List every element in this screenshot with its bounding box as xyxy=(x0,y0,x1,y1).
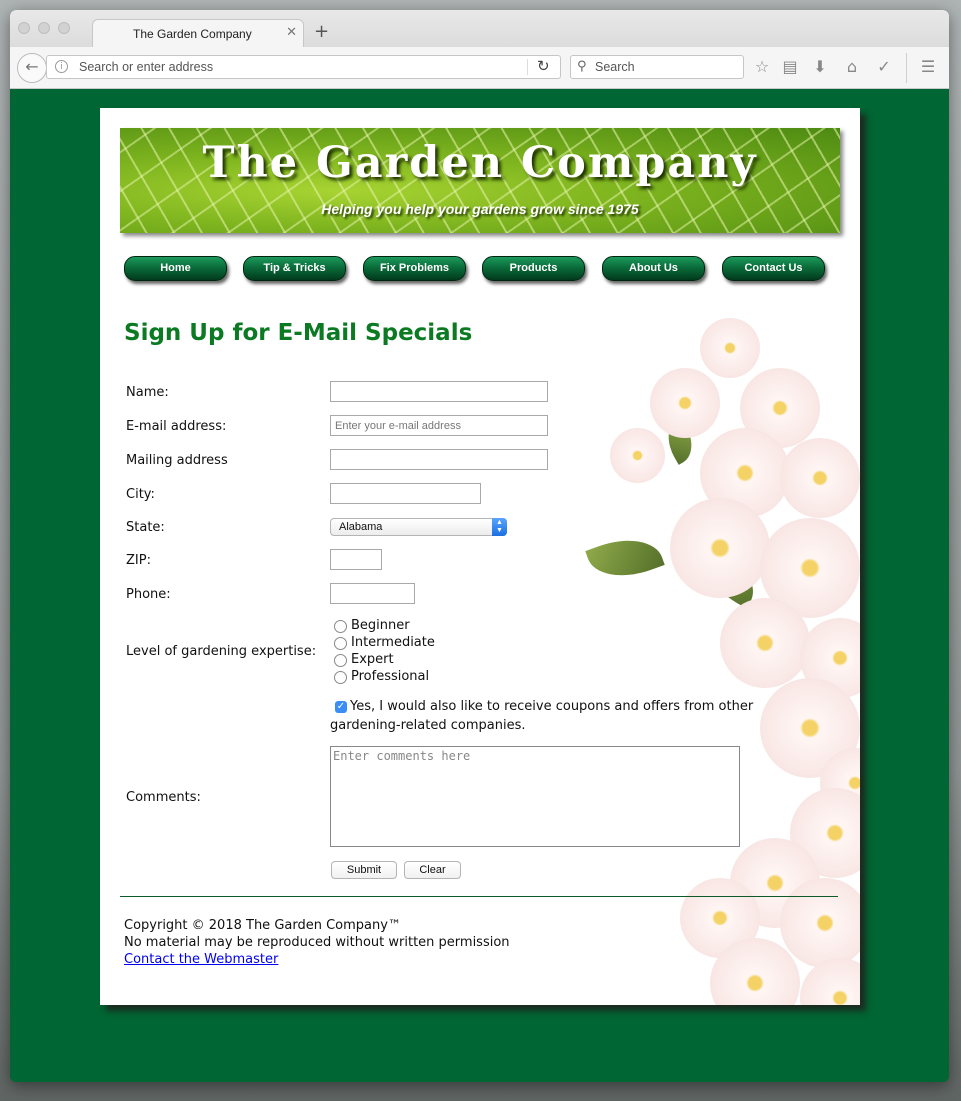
radio-button[interactable] xyxy=(334,654,347,667)
back-button[interactable]: ← xyxy=(17,53,47,83)
nav-contact-us[interactable]: Contact Us xyxy=(722,256,825,281)
home-icon[interactable]: ⌂ xyxy=(842,57,862,77)
browser-window: The Garden Company ✕ + ← i ↻ ⚲ ☆ ▤ ⬇ ⌂ ✓… xyxy=(10,10,949,1082)
zoom-window-dot[interactable] xyxy=(58,22,70,34)
submit-button[interactable]: Submit xyxy=(331,861,397,879)
radio-button[interactable] xyxy=(334,637,347,650)
close-window-dot[interactable] xyxy=(18,22,30,34)
radio-label: Professional xyxy=(351,669,430,684)
bookmark-star-icon[interactable]: ☆ xyxy=(752,57,772,77)
email-label: E-mail address: xyxy=(126,419,227,434)
radio-button[interactable] xyxy=(334,620,347,633)
reading-list-icon[interactable]: ▤ xyxy=(780,57,800,77)
permission-notice: No material may be reproduced without wr… xyxy=(124,935,510,950)
toolbar-divider xyxy=(906,53,907,83)
zip-field[interactable] xyxy=(330,549,382,570)
phone-label: Phone: xyxy=(126,587,171,602)
site-tagline: Helping you help your gardens grow since… xyxy=(321,201,639,217)
select-arrows-icon: ▲ ▼ xyxy=(492,518,507,536)
phone-field[interactable] xyxy=(330,583,415,604)
radio-label: Expert xyxy=(351,652,394,667)
search-icon: ⚲ xyxy=(577,59,587,74)
header-banner: The Garden Company Helping you help your… xyxy=(120,128,840,233)
pocket-icon[interactable]: ✓ xyxy=(874,57,894,77)
site-title: The Garden Company xyxy=(202,138,758,188)
blossom-image xyxy=(550,318,860,1005)
mailing-address-field[interactable] xyxy=(330,449,548,470)
nav-about-us[interactable]: About Us xyxy=(602,256,705,281)
radio-label: Intermediate xyxy=(351,635,435,650)
main-nav: Home Tip & Tricks Fix Problems Products … xyxy=(124,256,834,284)
tab-title: The Garden Company xyxy=(133,27,252,41)
nav-products[interactable]: Products xyxy=(482,256,585,281)
page-viewport: The Garden Company Helping you help your… xyxy=(10,89,949,1082)
menu-icon[interactable]: ☰ xyxy=(918,57,938,77)
new-tab-icon[interactable]: + xyxy=(314,23,329,41)
state-selected-value: Alabama xyxy=(339,521,383,533)
search-bar[interactable]: ⚲ xyxy=(570,55,744,79)
download-icon[interactable]: ⬇ xyxy=(810,57,830,77)
back-arrow-icon: ← xyxy=(25,57,39,76)
page-container: The Garden Company Helping you help your… xyxy=(100,108,860,1005)
minimize-window-dot[interactable] xyxy=(38,22,50,34)
city-label: City: xyxy=(126,487,155,502)
contact-webmaster-link[interactable]: Contact the Webmaster xyxy=(124,952,278,967)
state-select[interactable]: Alabama ▲ ▼ xyxy=(330,518,507,536)
address-bar[interactable]: i ↻ xyxy=(46,55,561,79)
zip-label: ZIP: xyxy=(126,553,151,568)
name-label: Name: xyxy=(126,385,169,400)
name-field[interactable] xyxy=(330,381,548,402)
email-field[interactable] xyxy=(330,415,548,436)
radio-label: Beginner xyxy=(351,618,410,633)
footer-divider xyxy=(120,896,838,897)
mailing-address-label: Mailing address xyxy=(126,453,228,468)
page-title: Sign Up for E-Mail Specials xyxy=(124,320,473,346)
comments-label: Comments: xyxy=(126,790,201,805)
nav-tips-tricks[interactable]: Tip & Tricks xyxy=(243,256,346,281)
info-icon[interactable]: i xyxy=(55,60,68,73)
copyright-text: Copyright © 2018 The Garden Company™ xyxy=(124,918,401,933)
state-label: State: xyxy=(126,520,165,535)
clear-button[interactable]: Clear xyxy=(404,861,461,879)
navigation-toolbar: ← i ↻ ⚲ ☆ ▤ ⬇ ⌂ ✓ ☰ xyxy=(10,47,949,89)
tab-bar: The Garden Company ✕ + xyxy=(10,10,949,48)
expertise-label: Level of gardening expertise: xyxy=(126,644,317,659)
city-field[interactable] xyxy=(330,483,481,504)
address-divider xyxy=(527,59,528,75)
reload-icon[interactable]: ↻ xyxy=(537,57,550,75)
nav-fix-problems[interactable]: Fix Problems xyxy=(363,256,466,281)
close-tab-icon[interactable]: ✕ xyxy=(286,25,297,40)
search-input[interactable] xyxy=(595,58,735,76)
nav-home[interactable]: Home xyxy=(124,256,227,281)
active-tab[interactable]: The Garden Company ✕ xyxy=(92,19,304,48)
coupons-label: Yes, I would also like to receive coupon… xyxy=(330,699,754,733)
comments-field[interactable] xyxy=(330,746,740,847)
radio-button[interactable] xyxy=(334,671,347,684)
address-input[interactable] xyxy=(79,58,519,76)
